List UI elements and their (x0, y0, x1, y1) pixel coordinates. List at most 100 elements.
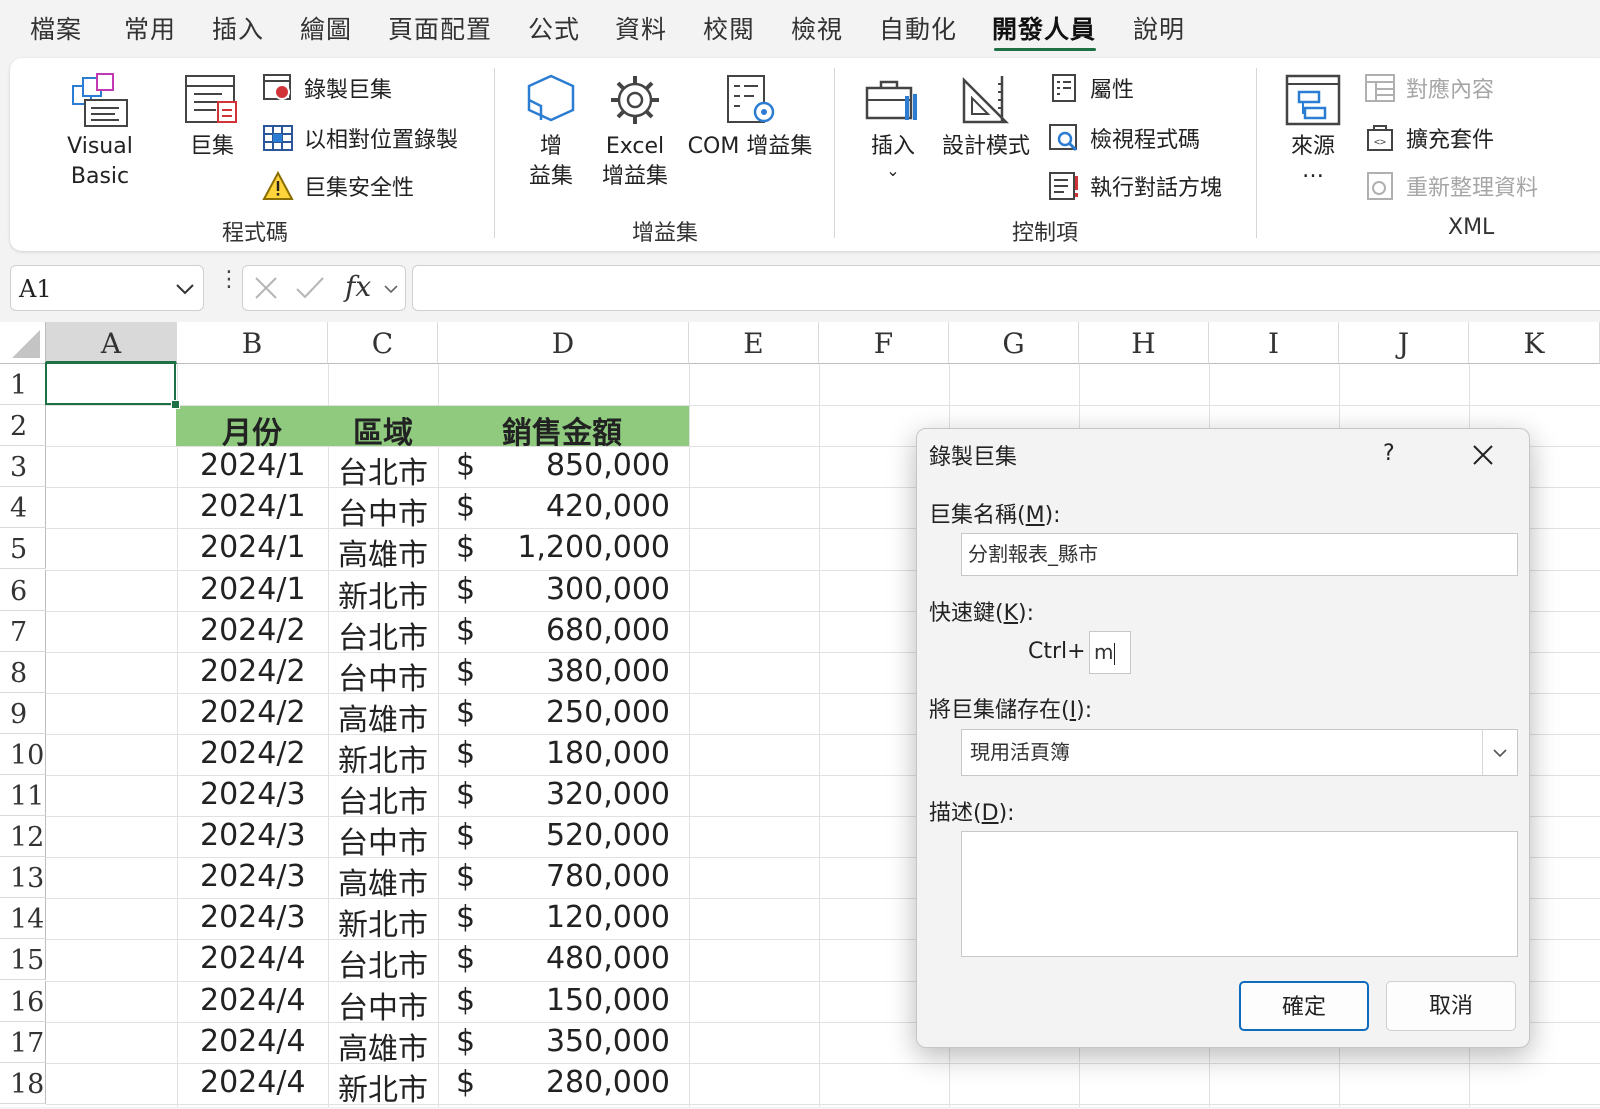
refresh-data-button[interactable]: 重新整理資料 (1364, 170, 1538, 202)
cell-month[interactable]: 2024/1 (200, 489, 306, 524)
cell-currency[interactable]: $ (456, 654, 475, 689)
cell-month[interactable]: 2024/3 (200, 859, 306, 894)
column-header[interactable]: E (689, 322, 819, 364)
column-header[interactable]: J (1339, 322, 1469, 364)
ok-button[interactable]: 確定 (1239, 981, 1369, 1031)
cell-amount[interactable]: 350,000 (546, 1024, 670, 1059)
tab-insert[interactable]: 插入 (212, 10, 264, 46)
cell-currency[interactable]: $ (456, 983, 475, 1018)
chevron-down-icon[interactable] (175, 282, 195, 296)
cell-currency[interactable]: $ (456, 1024, 475, 1059)
cell-region[interactable]: 台北市 (338, 941, 428, 985)
cell-month[interactable]: 2024/2 (200, 613, 306, 648)
relative-reference-button[interactable]: 以相對位置錄製 (262, 122, 458, 154)
cell-amount[interactable]: 250,000 (546, 695, 670, 730)
cell-amount[interactable]: 480,000 (546, 941, 670, 976)
map-properties-button[interactable]: 對應內容 (1364, 72, 1494, 104)
cell-region[interactable]: 高雄市 (338, 530, 428, 574)
macro-security-button[interactable]: 巨集安全性 (262, 170, 414, 202)
cell-month[interactable]: 2024/4 (200, 1024, 306, 1059)
run-dialog-button[interactable]: 執行對話方塊 (1048, 170, 1222, 202)
cell-region[interactable]: 台北市 (338, 777, 428, 821)
enter-icon[interactable] (295, 275, 325, 301)
row-header[interactable]: 18 (0, 1062, 46, 1104)
cell-month[interactable]: 2024/1 (200, 572, 306, 607)
insert-function-icon[interactable]: fx (345, 270, 371, 303)
cell-region[interactable]: 台中市 (338, 818, 428, 862)
cell-amount[interactable]: 180,000 (546, 736, 670, 771)
fill-handle[interactable] (171, 400, 180, 409)
cell-amount[interactable]: 320,000 (546, 777, 670, 812)
cell-region[interactable]: 台中市 (338, 654, 428, 698)
expansion-packs-button[interactable]: <> 擴充套件 (1364, 122, 1494, 154)
cell-amount[interactable]: 780,000 (546, 859, 670, 894)
cell-currency[interactable]: $ (456, 736, 475, 771)
cell-currency[interactable]: $ (456, 941, 475, 976)
cell-month[interactable]: 2024/3 (200, 900, 306, 935)
excel-add-ins-button[interactable]: Excel 增益集 (600, 72, 670, 192)
cell-amount[interactable]: 420,000 (546, 489, 670, 524)
record-macro-button[interactable]: 錄製巨集 (262, 72, 392, 104)
cell-month[interactable]: 2024/3 (200, 777, 306, 812)
row-header[interactable]: 1 (0, 364, 46, 406)
properties-button[interactable]: 屬性 (1048, 72, 1134, 104)
selected-cell-a1[interactable] (45, 362, 176, 405)
tab-developer[interactable]: 開發人員 (992, 10, 1096, 46)
cell-amount[interactable]: 380,000 (546, 654, 670, 689)
cell-amount[interactable]: 850,000 (546, 448, 670, 483)
tab-home[interactable]: 常用 (124, 10, 176, 46)
cell-currency[interactable]: $ (456, 1065, 475, 1100)
dropdown-button[interactable] (1482, 730, 1517, 775)
cell-amount[interactable]: 1,200,000 (517, 530, 670, 565)
cell-month[interactable]: 2024/2 (200, 654, 306, 689)
tab-automate[interactable]: 自動化 (879, 10, 957, 46)
com-add-ins-button[interactable]: COM 增益集 (682, 72, 818, 162)
design-mode-button[interactable]: 設計模式 (938, 72, 1034, 162)
cell-currency[interactable]: $ (456, 572, 475, 607)
cell-amount[interactable]: 300,000 (546, 572, 670, 607)
cell-month[interactable]: 2024/4 (200, 983, 306, 1018)
cell-month[interactable]: 2024/3 (200, 818, 306, 853)
cell-amount[interactable]: 280,000 (546, 1065, 670, 1100)
row-header[interactable]: 13 (0, 857, 46, 899)
more-options-icon[interactable]: ⋮ (218, 269, 240, 291)
cell-amount[interactable]: 520,000 (546, 818, 670, 853)
cell-amount[interactable]: 120,000 (546, 900, 670, 935)
column-header[interactable]: A (46, 322, 177, 364)
row-header[interactable]: 15 (0, 939, 46, 981)
cell-currency[interactable]: $ (456, 613, 475, 648)
tab-page-layout[interactable]: 頁面配置 (388, 10, 492, 46)
cell-currency[interactable]: $ (456, 818, 475, 853)
cell-region[interactable]: 高雄市 (338, 695, 428, 739)
row-header[interactable]: 10 (0, 733, 46, 775)
macros-button[interactable]: 巨集 (180, 72, 244, 162)
cell-region[interactable]: 台北市 (338, 613, 428, 657)
cell-region[interactable]: 台中市 (338, 983, 428, 1027)
cell-currency[interactable]: $ (456, 695, 475, 730)
column-header[interactable]: B (177, 322, 328, 364)
help-button[interactable]: ? (1383, 441, 1395, 466)
xml-source-button[interactable]: 來源 … (1280, 72, 1346, 182)
header-sales[interactable]: 銷售金額 (502, 408, 622, 452)
tab-data[interactable]: 資料 (615, 10, 667, 46)
select-all-button[interactable] (0, 322, 46, 364)
row-header[interactable]: 8 (0, 651, 46, 693)
cell-region[interactable]: 新北市 (338, 736, 428, 780)
cell-region[interactable]: 高雄市 (338, 859, 428, 903)
row-header[interactable]: 5 (0, 528, 46, 570)
tab-help[interactable]: 說明 (1133, 10, 1185, 46)
cell-currency[interactable]: $ (456, 859, 475, 894)
header-region[interactable]: 區域 (353, 408, 413, 452)
cell-amount[interactable]: 680,000 (546, 613, 670, 648)
column-header[interactable]: G (949, 322, 1079, 364)
cell-region[interactable]: 新北市 (338, 1065, 428, 1109)
row-header[interactable]: 12 (0, 816, 46, 858)
cell-month[interactable]: 2024/4 (200, 1065, 306, 1100)
row-header[interactable]: 16 (0, 980, 46, 1022)
cancel-button[interactable]: 取消 (1386, 981, 1516, 1031)
tab-file[interactable]: 檔案 (30, 10, 82, 46)
cell-month[interactable]: 2024/2 (200, 695, 306, 730)
header-month[interactable]: 月份 (222, 408, 282, 452)
cell-currency[interactable]: $ (456, 489, 475, 524)
store-in-dropdown[interactable]: 現用活頁簿 (961, 729, 1518, 776)
